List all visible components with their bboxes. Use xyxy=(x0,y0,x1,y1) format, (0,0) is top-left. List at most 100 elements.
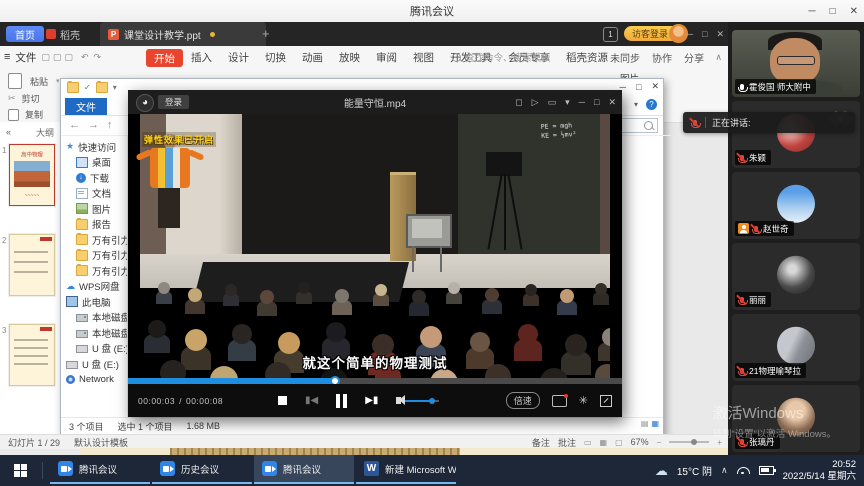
fullscreen-icon[interactable] xyxy=(600,395,612,407)
up-icon[interactable]: ↑ xyxy=(107,119,113,131)
zoom-percent[interactable]: 67% xyxy=(631,437,649,447)
taskbar-app-meeting-1[interactable]: 腾讯会议 xyxy=(50,455,150,484)
sidebar-item[interactable]: 本地磁盘 (C:) xyxy=(61,310,127,326)
mini-mode-icon[interactable]: ◻ xyxy=(515,97,522,108)
player-close-icon[interactable]: ✕ xyxy=(608,97,616,108)
wps-home-tab[interactable]: 首页 xyxy=(6,26,44,42)
sidebar-item[interactable]: ↓下载 xyxy=(61,170,127,186)
tab-home[interactable]: 开始 xyxy=(146,49,183,67)
sidebar-item[interactable]: 桌面 xyxy=(61,155,127,171)
cast-icon[interactable]: ▷ xyxy=(532,97,539,108)
participant-tile[interactable]: 张璃丹 xyxy=(732,385,860,452)
collapse-ribbon-icon[interactable]: ∧ xyxy=(715,52,722,63)
wps-close-icon[interactable]: ✕ xyxy=(716,29,724,40)
close-icon[interactable]: ✕ xyxy=(850,6,858,17)
explorer-file-tab[interactable]: 文件 xyxy=(65,98,107,115)
panel-collapse-icon[interactable]: « xyxy=(6,127,11,137)
collab-button[interactable]: 协作 xyxy=(652,50,672,65)
maximize-icon[interactable]: □ xyxy=(830,6,836,17)
quick-access-toolbar[interactable]: ▢▢▢ xyxy=(41,52,76,63)
explorer-close-icon[interactable]: ✕ xyxy=(651,81,659,92)
wps-docer-tab[interactable]: 稻壳 xyxy=(46,26,80,42)
new-folder-icon[interactable] xyxy=(96,82,108,93)
tab-animation[interactable]: 动画 xyxy=(294,46,331,68)
participant-tile[interactable]: 21物理喻琴拉 xyxy=(732,314,860,381)
pause-button[interactable] xyxy=(336,394,347,408)
start-button[interactable] xyxy=(0,455,40,486)
sidebar-item[interactable]: 万有引力导学案 xyxy=(61,232,127,248)
slide-thumb-3[interactable]: 3 xyxy=(9,324,55,386)
wps-file-menu[interactable]: ≡文件 ▢▢▢ ↶ ↷ xyxy=(4,46,101,68)
player-minimize-icon[interactable]: ─ xyxy=(579,97,585,107)
paste-label[interactable]: 粘贴 xyxy=(30,75,48,88)
speed-button[interactable]: 倍速 xyxy=(506,392,540,409)
list-view-icon[interactable]: ▤ xyxy=(641,419,649,428)
zoom-in-icon[interactable]: + xyxy=(717,438,722,447)
forward-icon[interactable]: → xyxy=(88,119,99,131)
slide-thumb-1[interactable]: 1 高中物理 ~~~~~ xyxy=(9,144,55,206)
weather-cloud-icon[interactable]: ☁ xyxy=(655,463,668,479)
wifi-icon[interactable] xyxy=(737,467,750,474)
slide-sorter-icon[interactable]: ▦ xyxy=(600,438,608,447)
tab-slideshow[interactable]: 放映 xyxy=(331,46,368,68)
more-icon[interactable]: ⋮ xyxy=(698,52,707,63)
undo-icon[interactable]: ↶ xyxy=(81,52,89,63)
participant-tile[interactable]: 赵世奇 xyxy=(732,172,860,239)
sidebar-item[interactable]: 本地磁盘 (D:) xyxy=(61,325,127,341)
battery-icon[interactable] xyxy=(759,466,774,475)
sync-status-button[interactable]: 未同步 xyxy=(610,50,640,65)
tab-transition[interactable]: 切换 xyxy=(257,46,294,68)
tab-review[interactable]: 审阅 xyxy=(368,46,405,68)
sidebar-item[interactable]: 万有引力教案 xyxy=(61,248,127,264)
wps-restore-icon[interactable]: □ xyxy=(702,29,707,39)
wps-minimize-icon[interactable]: ─ xyxy=(687,29,693,39)
folder-icon[interactable] xyxy=(67,82,79,93)
stop-button[interactable] xyxy=(278,396,287,405)
menu-chevron-icon[interactable]: ▾ xyxy=(565,97,570,108)
wps-document-tab[interactable]: P 课堂设计教学.ppt xyxy=(100,22,266,46)
comments-button[interactable]: 批注 xyxy=(558,436,576,449)
next-button[interactable]: ▶▮ xyxy=(365,395,378,406)
sidebar-item[interactable]: 此电脑 xyxy=(61,294,127,310)
sidebar-item[interactable]: U 盘 (E:) xyxy=(61,341,127,357)
zoom-slider[interactable] xyxy=(669,441,709,443)
copy-label[interactable]: 复制 xyxy=(25,108,43,121)
slide-thumb-2[interactable]: 2 xyxy=(9,234,55,296)
new-tab-button[interactable]: + xyxy=(262,26,270,41)
open-file-icon[interactable]: ▭ xyxy=(548,97,557,108)
participant-tile[interactable]: 霍俊国 师大附中 xyxy=(732,30,860,97)
taskbar-app-meeting-2[interactable]: 腾讯会议 xyxy=(254,455,354,484)
clock[interactable]: 20:52 2022/5/14 星期六 xyxy=(783,459,856,483)
zoom-out-icon[interactable]: − xyxy=(657,438,662,447)
weather-text[interactable]: 15°C 阴 xyxy=(677,463,712,478)
sidebar-item[interactable]: ☁WPS网盘 xyxy=(61,279,127,295)
play-view-icon[interactable]: ▢ xyxy=(615,438,623,447)
cut-label[interactable]: 剪切 xyxy=(22,92,40,105)
outline-tab[interactable]: 大纲 xyxy=(36,126,54,139)
tab-view[interactable]: 视图 xyxy=(405,46,442,68)
help-icon[interactable]: ? xyxy=(646,99,657,110)
properties-icon[interactable]: ✓ xyxy=(84,83,91,92)
taskbar-app-word[interactable]: W新建 Microsoft W xyxy=(356,455,456,484)
window-count-badge[interactable]: 1 xyxy=(603,27,618,42)
sidebar-item[interactable]: ★快速访问 xyxy=(61,139,127,155)
sidebar-item[interactable]: Network xyxy=(61,372,127,388)
explorer-maximize-icon[interactable]: □ xyxy=(636,82,641,92)
wps-search-box[interactable]: 查找命令、搜索模板 xyxy=(452,49,570,65)
template-name[interactable]: 默认设计模板 xyxy=(74,436,128,449)
sidebar-item[interactable]: 图片 xyxy=(61,201,127,217)
tab-design[interactable]: 设计 xyxy=(220,46,257,68)
thumb-view-icon[interactable]: ▦ xyxy=(651,419,659,428)
minimize-icon[interactable]: ─ xyxy=(808,6,815,17)
paste-icon[interactable] xyxy=(8,73,22,89)
notes-button[interactable]: 备注 xyxy=(532,436,550,449)
sidebar-item[interactable]: 报告 xyxy=(61,217,127,233)
volume-control[interactable] xyxy=(396,397,439,404)
ribbon-collapse-icon[interactable]: ▾ xyxy=(634,100,638,109)
video-viewport[interactable]: PE = mgh KE = ½mv² 弹性效果已开启 xyxy=(128,114,622,378)
previous-button[interactable]: ▮◀ xyxy=(305,395,318,406)
player-maximize-icon[interactable]: □ xyxy=(594,97,599,107)
cut-icon[interactable]: ✂ xyxy=(8,93,16,104)
tray-expand-icon[interactable]: ∧ xyxy=(721,465,728,476)
tab-insert[interactable]: 插入 xyxy=(183,46,220,68)
